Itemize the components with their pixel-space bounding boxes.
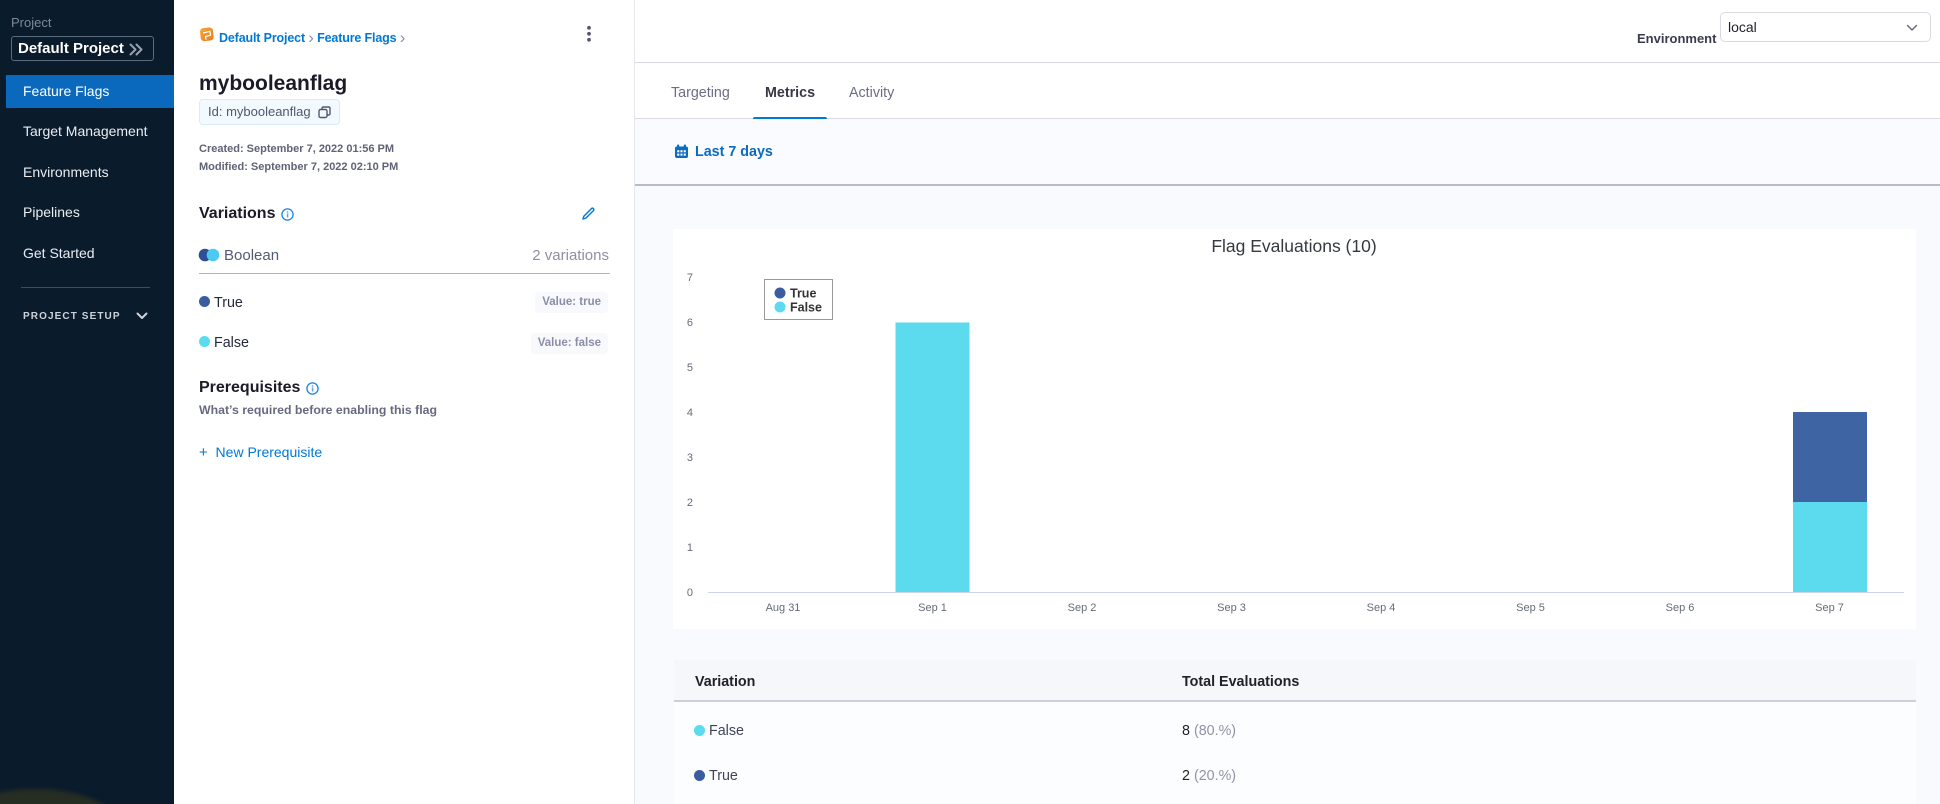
svg-text:1: 1 <box>687 542 693 554</box>
svg-text:4: 4 <box>687 407 693 419</box>
svg-text:Flag Evaluations (10): Flag Evaluations (10) <box>1211 236 1376 256</box>
svg-text:Aug 31: Aug 31 <box>766 602 801 614</box>
svg-text:5: 5 <box>687 362 693 374</box>
svg-text:0: 0 <box>687 587 693 599</box>
svg-text:7: 7 <box>687 272 693 284</box>
svg-text:Sep 2: Sep 2 <box>1068 602 1097 614</box>
svg-text:6: 6 <box>687 317 693 329</box>
svg-text:True: True <box>790 287 816 301</box>
svg-text:Sep 3: Sep 3 <box>1217 602 1246 614</box>
svg-text:2: 2 <box>687 497 693 509</box>
svg-text:Sep 1: Sep 1 <box>918 602 947 614</box>
svg-text:Sep 4: Sep 4 <box>1367 602 1396 614</box>
svg-text:False: False <box>790 301 822 315</box>
svg-text:Sep 6: Sep 6 <box>1666 602 1695 614</box>
svg-text:Sep 5: Sep 5 <box>1516 602 1545 614</box>
svg-text:3: 3 <box>687 452 693 464</box>
svg-text:Sep 7: Sep 7 <box>1815 602 1844 614</box>
